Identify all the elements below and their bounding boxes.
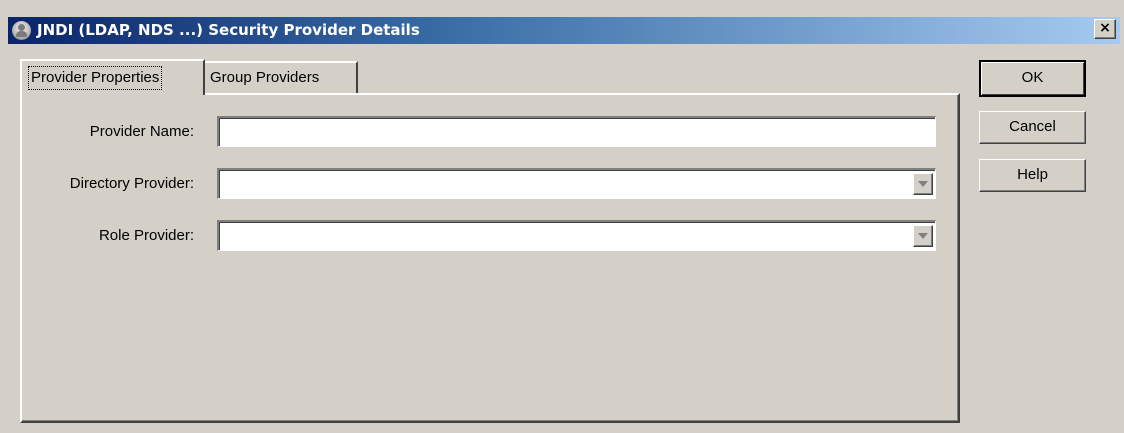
- directory-provider-label: Directory Provider:: [69, 175, 194, 192]
- provider-name-input[interactable]: [219, 118, 935, 146]
- tab-group-providers[interactable]: Group Providers: [203, 61, 358, 93]
- tab-label: Group Providers: [210, 69, 320, 86]
- chevron-down-icon[interactable]: [913, 173, 933, 195]
- close-button[interactable]: ×: [1094, 19, 1116, 39]
- directory-provider-select[interactable]: [217, 168, 936, 199]
- provider-name-label: Provider Name:: [89, 123, 194, 140]
- help-button[interactable]: Help: [979, 159, 1086, 192]
- role-provider-label: Role Provider:: [98, 227, 194, 244]
- tab-label: Provider Properties: [28, 66, 163, 90]
- close-icon: ×: [1099, 20, 1111, 36]
- ok-button[interactable]: OK: [979, 60, 1086, 97]
- title-bar[interactable]: JNDI (LDAP, NDS ...) Security Provider D…: [8, 17, 1120, 44]
- provider-name-field[interactable]: [217, 116, 936, 147]
- chevron-down-icon[interactable]: [913, 225, 933, 247]
- security-provider-dialog: JNDI (LDAP, NDS ...) Security Provider D…: [0, 0, 1124, 433]
- user-icon: [12, 21, 31, 40]
- role-provider-select[interactable]: [217, 220, 936, 251]
- cancel-button[interactable]: Cancel: [979, 111, 1086, 144]
- window-title: JNDI (LDAP, NDS ...) Security Provider D…: [37, 21, 420, 39]
- tab-provider-properties[interactable]: Provider Properties: [20, 59, 205, 95]
